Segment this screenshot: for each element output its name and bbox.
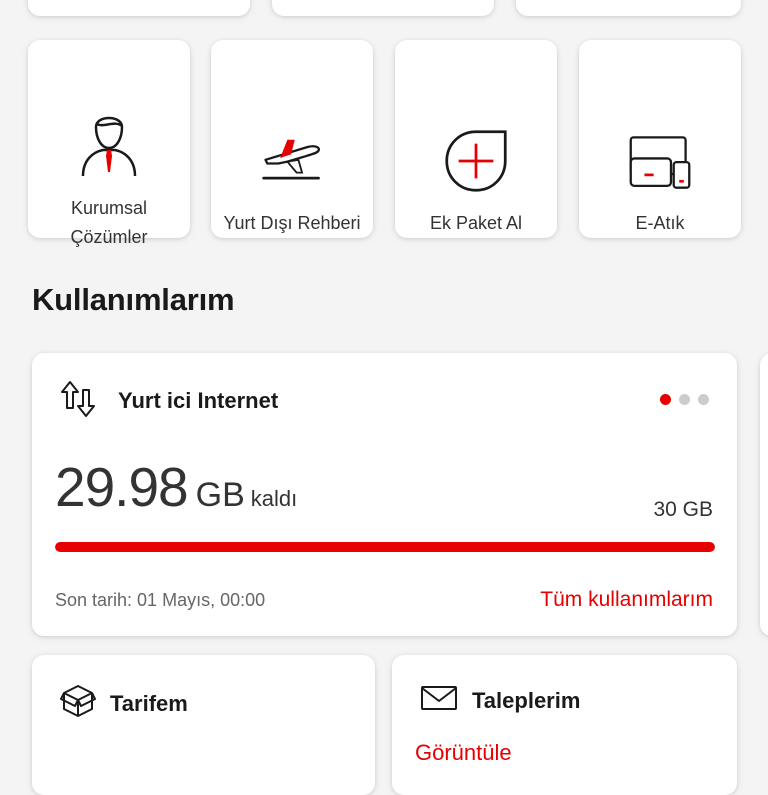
remaining-value: 29.98 bbox=[55, 456, 189, 518]
section-title-kullanimlarim: Kullanımlarım bbox=[32, 282, 235, 317]
top-card-partial-1[interactable] bbox=[28, 0, 250, 16]
tile-label: Ek Paket Al bbox=[401, 188, 551, 258]
remaining-suffix: kaldı bbox=[250, 486, 298, 511]
carousel-dot-2[interactable] bbox=[679, 394, 690, 405]
total-quota: 30 GB bbox=[653, 498, 713, 521]
tile-label-line-1: Kurumsal bbox=[70, 198, 148, 218]
taleplerim-title: Taleplerim bbox=[472, 688, 581, 713]
envelope-icon bbox=[420, 683, 458, 719]
tile-label-line-2: Çözümler bbox=[70, 227, 148, 247]
tarifem-title: Tarifem bbox=[110, 691, 188, 716]
tile-ek-paket-al[interactable]: Ek Paket Al bbox=[395, 40, 557, 238]
usage-progress-bar bbox=[55, 542, 715, 552]
carousel-dot-3[interactable] bbox=[698, 394, 709, 405]
tile-label-line-1: E-Atık bbox=[635, 212, 685, 233]
deadline-text: Son tarih: 01 Mayıs, 00:00 bbox=[55, 590, 266, 610]
usage-card-title: Yurt ici Internet bbox=[118, 388, 279, 413]
tile-kurumsal-cozumler[interactable]: Kurumsal Çözümler bbox=[28, 40, 190, 247]
view-requests-link[interactable]: Görüntüle bbox=[415, 740, 512, 766]
tarifem-header: Tarifem bbox=[60, 683, 188, 725]
top-card-partial-3[interactable] bbox=[516, 0, 741, 16]
data-transfer-icon bbox=[56, 378, 100, 427]
tile-e-atik[interactable]: E-Atık bbox=[579, 40, 741, 238]
tile-yurt-disi-rehberi[interactable]: Yurt Dışı Rehberi bbox=[211, 40, 373, 238]
tile-label-line-1: Yurt Dışı Rehberi bbox=[223, 212, 361, 233]
top-card-partial-2[interactable] bbox=[272, 0, 494, 16]
tile-label: Yurt Dışı Rehberi bbox=[217, 188, 367, 258]
tile-label: E-Atık bbox=[585, 188, 735, 258]
next-usage-card-partial[interactable] bbox=[760, 353, 768, 636]
taleplerim-header: Taleplerim bbox=[420, 683, 580, 719]
carousel-dot-1[interactable] bbox=[660, 394, 671, 405]
all-usages-link[interactable]: Tüm kullanımlarım bbox=[540, 588, 713, 612]
tarifem-card[interactable] bbox=[32, 655, 375, 795]
taleplerim-card[interactable] bbox=[392, 655, 737, 795]
tile-label: Kurumsal Çözümler bbox=[34, 188, 184, 258]
carousel-dots bbox=[660, 394, 709, 405]
tile-label-line-1: Ek Paket Al bbox=[429, 212, 523, 233]
remaining-amount: 29.98 GB kaldı bbox=[55, 455, 297, 519]
package-box-icon bbox=[60, 683, 96, 725]
usage-progress-fill bbox=[55, 542, 715, 552]
remaining-unit: GB bbox=[195, 476, 245, 514]
